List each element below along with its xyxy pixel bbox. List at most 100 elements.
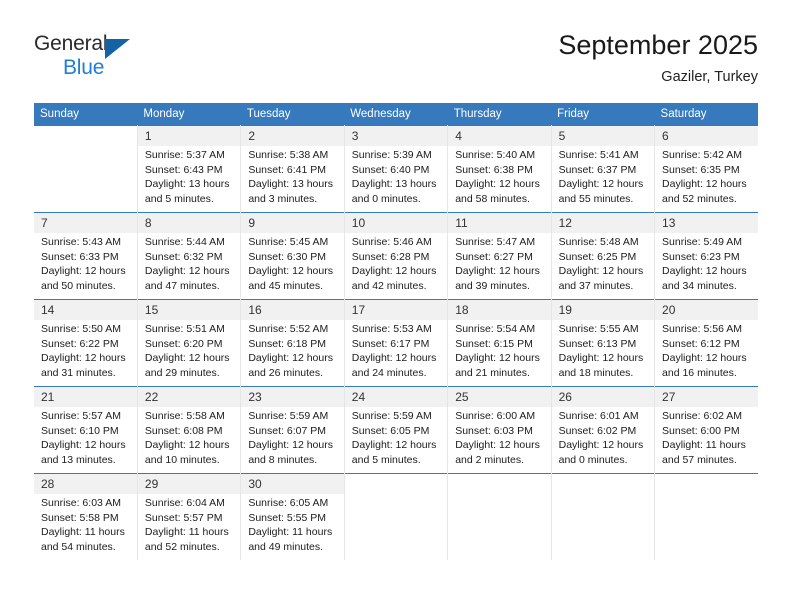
calendar-week-row: 21 Sunrise: 5:57 AM Sunset: 6:10 PM Dayligh… xyxy=(34,386,758,474)
calendar-day-cell[interactable]: 12 Sunrise: 5:48 AM Sunset: 6:25 PM Dayligh… xyxy=(550,212,656,300)
sunrise-text: Sunrise: 5:48 AM xyxy=(558,236,639,248)
calendar-header-row-group: Sunday Monday Tuesday Wednesday Thursday… xyxy=(34,103,758,126)
sunrise-sunset-calendar-table: Sunday Monday Tuesday Wednesday Thursday… xyxy=(34,103,758,560)
calendar-day-cell[interactable]: 28 Sunrise: 6:03 AM Sunset: 5:58 PM Dayligh… xyxy=(34,473,138,560)
daylight-text: Daylight: 12 hours xyxy=(41,265,126,278)
general-blue-logo: General Blue xyxy=(34,32,154,82)
calendar-day-cell[interactable]: 1 Sunrise: 5:37 AM Sunset: 6:43 PM Daylight… xyxy=(136,125,242,213)
sunrise-text: Sunrise: 5:49 AM xyxy=(662,236,742,248)
calendar-day-cell[interactable]: 8 Sunrise: 5:44 AM Sunset: 6:32 PM Daylight… xyxy=(136,212,242,300)
sunset-text: Sunset: 6:43 PM xyxy=(144,163,223,176)
day-details: Sunrise: 5:40 AM Sunset: 6:38 PM Daylight:… xyxy=(448,146,550,206)
logo-text-blue: Blue xyxy=(63,56,105,79)
sunrise-text: Sunrise: 5:46 AM xyxy=(351,236,432,248)
calendar-day-cell[interactable]: 9 Sunrise: 5:45 AM Sunset: 6:30 PM Daylight… xyxy=(240,212,345,300)
day-number: 16 xyxy=(241,300,344,320)
day-details: Sunrise: 6:01 AM Sunset: 6:02 PM Daylight:… xyxy=(552,407,654,467)
calendar-day-cell[interactable]: 4 Sunrise: 5:40 AM Sunset: 6:38 PM Daylight… xyxy=(447,125,552,213)
daylight-text: Daylight: 12 hours xyxy=(455,178,540,191)
sunset-text: Sunset: 6:12 PM xyxy=(662,337,740,350)
sunset-text: Sunset: 6:37 PM xyxy=(558,163,637,176)
daylight-text-cont: and 34 minutes. xyxy=(662,279,737,292)
calendar-day-cell[interactable]: 13 Sunrise: 5:49 AM Sunset: 6:23 PM Dayligh… xyxy=(654,212,758,300)
calendar-day-cell[interactable]: 24 Sunrise: 5:59 AM Sunset: 6:05 PM Dayligh… xyxy=(343,386,449,474)
daylight-text: Daylight: 12 hours xyxy=(558,265,644,278)
daylight-text: Daylight: 12 hours xyxy=(248,439,333,452)
sunset-text: Sunset: 6:15 PM xyxy=(455,337,533,350)
calendar-day-cell[interactable]: 22 Sunrise: 5:58 AM Sunset: 6:08 PM Dayligh… xyxy=(136,386,242,474)
sunrise-text: Sunrise: 6:03 AM xyxy=(41,497,121,509)
day-number: 5 xyxy=(551,126,655,146)
sunrise-text: Sunrise: 5:50 AM xyxy=(41,323,121,335)
calendar-day-cell[interactable]: 30 Sunrise: 6:05 AM Sunset: 5:55 PM Dayligh… xyxy=(240,473,345,560)
daylight-text-cont: and 18 minutes. xyxy=(558,366,634,379)
day-details: Sunrise: 5:38 AM Sunset: 6:41 PM Daylight:… xyxy=(241,146,343,206)
daylight-text: Daylight: 12 hours xyxy=(351,352,437,365)
calendar-week-row: 14 Sunrise: 5:50 AM Sunset: 6:22 PM Dayligh… xyxy=(34,299,758,387)
day-number: 30 xyxy=(241,474,344,494)
calendar-day-cell[interactable]: 19 Sunrise: 5:55 AM Sunset: 6:13 PM Dayligh… xyxy=(550,299,656,387)
calendar-day-cell[interactable]: 17 Sunrise: 5:53 AM Sunset: 6:17 PM Dayligh… xyxy=(343,299,449,387)
calendar-day-cell[interactable]: 6 Sunrise: 5:42 AM Sunset: 6:35 PM Daylight… xyxy=(654,125,758,213)
daylight-text: Daylight: 12 hours xyxy=(41,352,126,365)
calendar-day-cell[interactable]: 26 Sunrise: 6:01 AM Sunset: 6:02 PM Dayligh… xyxy=(550,386,656,474)
sunset-text: Sunset: 6:17 PM xyxy=(351,337,430,350)
calendar-day-cell[interactable]: 15 Sunrise: 5:51 AM Sunset: 6:20 PM Dayligh… xyxy=(136,299,242,387)
day-details xyxy=(552,494,654,496)
page-header: General Blue September 2025 Gaziler, Tur… xyxy=(0,0,792,98)
sunrise-text: Sunrise: 5:43 AM xyxy=(41,236,121,248)
day-details: Sunrise: 5:59 AM Sunset: 6:05 PM Daylight:… xyxy=(345,407,447,467)
day-details: Sunrise: 5:42 AM Sunset: 6:35 PM Daylight:… xyxy=(655,146,758,206)
daylight-text-cont: and 42 minutes. xyxy=(351,279,427,292)
daylight-text-cont: and 21 minutes. xyxy=(455,366,530,379)
calendar-empty-cell xyxy=(447,473,552,560)
calendar-day-cell[interactable]: 21 Sunrise: 5:57 AM Sunset: 6:10 PM Dayligh… xyxy=(34,386,138,474)
calendar-day-cell[interactable]: 14 Sunrise: 5:50 AM Sunset: 6:22 PM Dayligh… xyxy=(34,299,138,387)
day-details: Sunrise: 5:50 AM Sunset: 6:22 PM Daylight:… xyxy=(34,320,137,380)
daylight-text-cont: and 50 minutes. xyxy=(41,279,116,292)
calendar-empty-cell xyxy=(550,473,656,560)
calendar-day-cell[interactable]: 7 Sunrise: 5:43 AM Sunset: 6:33 PM Daylight… xyxy=(34,212,138,300)
calendar-day-cell[interactable]: 20 Sunrise: 5:56 AM Sunset: 6:12 PM Dayligh… xyxy=(654,299,758,387)
day-details: Sunrise: 5:44 AM Sunset: 6:32 PM Daylight:… xyxy=(138,233,240,293)
calendar-day-cell[interactable]: 23 Sunrise: 5:59 AM Sunset: 6:07 PM Dayligh… xyxy=(240,386,345,474)
calendar-day-cell[interactable]: 11 Sunrise: 5:47 AM Sunset: 6:27 PM Dayligh… xyxy=(447,212,552,300)
calendar-day-cell[interactable]: 27 Sunrise: 6:02 AM Sunset: 6:00 PM Dayligh… xyxy=(654,386,758,474)
daylight-text: Daylight: 12 hours xyxy=(662,265,747,278)
calendar-day-cell[interactable]: 29 Sunrise: 6:04 AM Sunset: 5:57 PM Dayligh… xyxy=(136,473,242,560)
day-details: Sunrise: 5:45 AM Sunset: 6:30 PM Daylight:… xyxy=(241,233,343,293)
day-details: Sunrise: 5:59 AM Sunset: 6:07 PM Daylight:… xyxy=(241,407,343,467)
day-details xyxy=(345,494,447,496)
sunset-text: Sunset: 6:28 PM xyxy=(351,250,430,263)
daylight-text: Daylight: 12 hours xyxy=(455,439,540,452)
calendar-day-cell[interactable]: 5 Sunrise: 5:41 AM Sunset: 6:37 PM Daylight… xyxy=(550,125,656,213)
daylight-text-cont: and 58 minutes. xyxy=(455,192,530,205)
daylight-text-cont: and 54 minutes. xyxy=(41,540,116,553)
daylight-text-cont: and 39 minutes. xyxy=(455,279,530,292)
daylight-text: Daylight: 12 hours xyxy=(558,178,644,191)
day-number: 20 xyxy=(655,300,758,320)
calendar-day-cell[interactable]: 2 Sunrise: 5:38 AM Sunset: 6:41 PM Daylight… xyxy=(240,125,345,213)
calendar-day-cell[interactable]: 25 Sunrise: 6:00 AM Sunset: 6:03 PM Dayligh… xyxy=(447,386,552,474)
day-number xyxy=(551,474,655,494)
calendar-day-cell[interactable]: 18 Sunrise: 5:54 AM Sunset: 6:15 PM Dayligh… xyxy=(447,299,552,387)
daylight-text: Daylight: 13 hours xyxy=(351,178,437,191)
daylight-text: Daylight: 11 hours xyxy=(41,526,125,539)
day-details xyxy=(655,494,758,496)
calendar-page: General Blue September 2025 Gaziler, Tur… xyxy=(0,0,792,612)
sunset-text: Sunset: 6:25 PM xyxy=(558,250,637,263)
sunrise-text: Sunrise: 5:42 AM xyxy=(662,149,742,161)
calendar-day-cell[interactable]: 3 Sunrise: 5:39 AM Sunset: 6:40 PM Daylight… xyxy=(343,125,449,213)
sunrise-text: Sunrise: 5:55 AM xyxy=(558,323,639,335)
calendar-day-cell[interactable]: 16 Sunrise: 5:52 AM Sunset: 6:18 PM Dayligh… xyxy=(240,299,345,387)
calendar-day-cell[interactable]: 10 Sunrise: 5:46 AM Sunset: 6:28 PM Dayligh… xyxy=(343,212,449,300)
day-number: 25 xyxy=(448,387,551,407)
sunset-text: Sunset: 6:05 PM xyxy=(351,424,430,437)
sunrise-text: Sunrise: 6:02 AM xyxy=(662,410,742,422)
sunrise-text: Sunrise: 5:58 AM xyxy=(144,410,225,422)
daylight-text-cont: and 5 minutes. xyxy=(351,453,421,466)
daylight-text-cont: and 55 minutes. xyxy=(558,192,634,205)
day-number: 29 xyxy=(137,474,241,494)
day-number: 8 xyxy=(137,213,241,233)
daylight-text-cont: and 52 minutes. xyxy=(662,192,737,205)
